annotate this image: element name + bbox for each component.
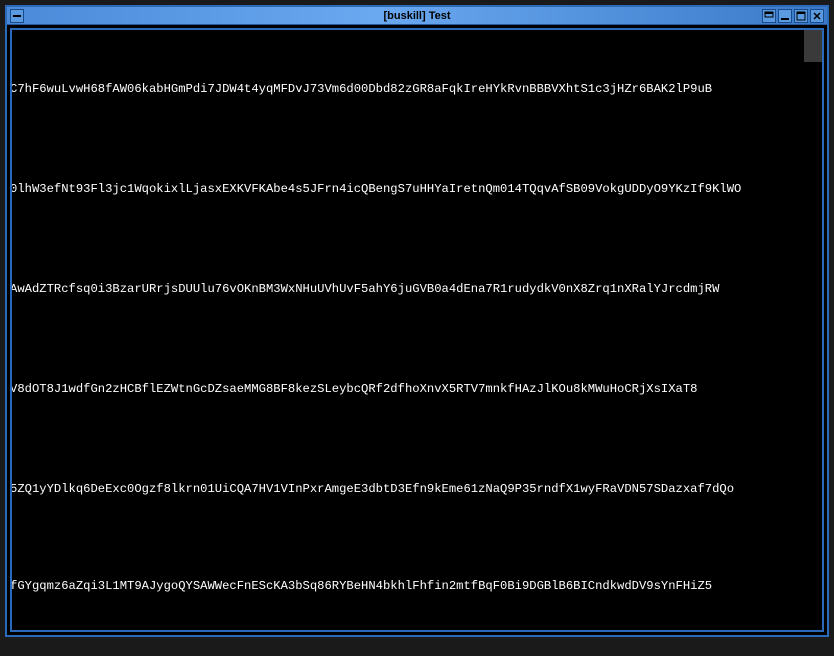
close-button[interactable] bbox=[810, 9, 824, 23]
output-line: AwAdZTRcfsq0i3BzarURrjsDUUlu76vOKnBM3WxN… bbox=[12, 282, 719, 296]
titlebar-left-controls bbox=[7, 9, 25, 23]
output-line: 0lhW3efNt93Fl3jc1WqokixlLjasxEXKVFKAbe4s… bbox=[12, 182, 741, 196]
maximize-button[interactable] bbox=[794, 9, 808, 23]
window-menu-button[interactable] bbox=[10, 9, 24, 23]
minimize-button[interactable] bbox=[778, 9, 792, 23]
output-line: 5ZQ1yYDlkq6DeExc0Ogzf8lkrn01UiCQA7HV1VIn… bbox=[12, 482, 734, 496]
titlebar[interactable]: [buskill] Test bbox=[7, 7, 827, 25]
text-output[interactable]: C7hF6wuLvwH68fAW06kabHGmPdi7JDW4t4yqMFDv… bbox=[12, 30, 822, 630]
output-line: V8dOT8J1wdfGn2zHCBflEZWtnGcDZsaeMMG8BF8k… bbox=[12, 382, 698, 396]
content-area[interactable]: C7hF6wuLvwH68fAW06kabHGmPdi7JDW4t4yqMFDv… bbox=[10, 28, 824, 632]
window-title: [buskill] Test bbox=[7, 10, 827, 22]
shade-button[interactable] bbox=[762, 9, 776, 23]
output-line: C7hF6wuLvwH68fAW06kabHGmPdi7JDW4t4yqMFDv… bbox=[12, 82, 712, 96]
app-window: [buskill] Test C7hF6wuLvwH68fAW06kabHGmP… bbox=[5, 5, 829, 637]
titlebar-right-controls bbox=[761, 9, 827, 23]
output-line: fGYgqmz6aZqi3L1MT9AJygoQYSAWWecFnEScKA3b… bbox=[12, 579, 712, 593]
